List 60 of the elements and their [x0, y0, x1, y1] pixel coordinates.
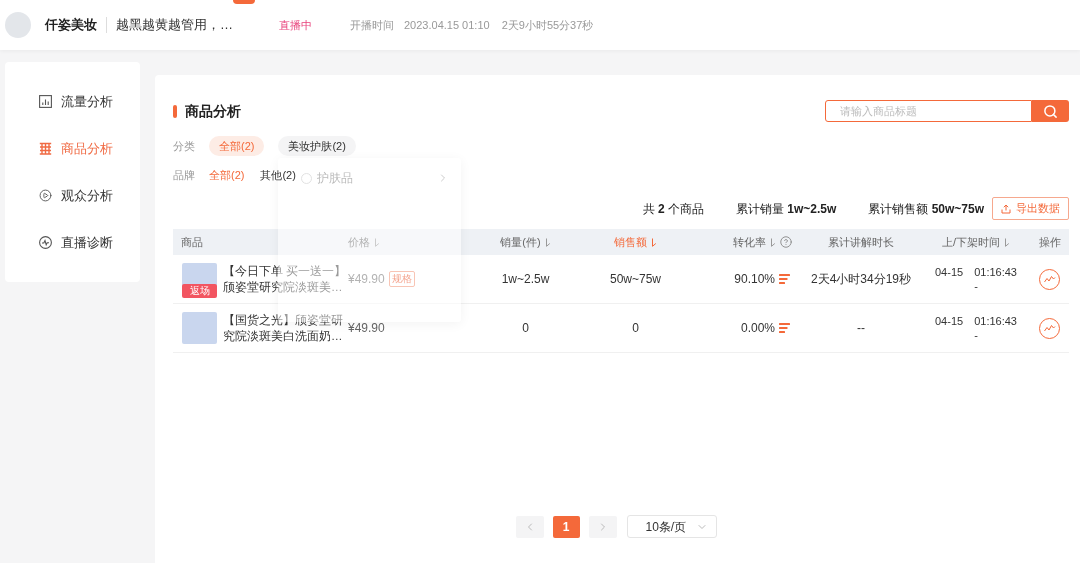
delisting-time: -: [974, 328, 979, 342]
avatar-placeholder: [5, 12, 31, 38]
title-accent-bar: [173, 104, 177, 118]
filter-option[interactable]: 全部(2): [209, 165, 245, 185]
column-header[interactable]: 上/下架时间: [941, 233, 1001, 251]
column-header[interactable]: 转化率: [733, 233, 766, 251]
sales-amount: 0: [632, 320, 639, 337]
sales-volume: 0: [522, 320, 529, 337]
start-time: 2023.04.15 01:10: [404, 17, 490, 33]
price-text: ¥49.90: [348, 320, 385, 337]
explain-duration: --: [857, 320, 865, 337]
export-button[interactable]: 导出数据: [992, 197, 1069, 220]
conversion-rate: 0.00%: [740, 320, 775, 337]
section-title: 商品分析: [185, 101, 241, 121]
sidebar-item[interactable]: 观众分析: [5, 172, 140, 219]
column-header: 商品: [181, 234, 203, 250]
sidebar-item[interactable]: 直播诊断: [5, 219, 140, 266]
product-image-placeholder: [182, 312, 217, 344]
search-button[interactable]: [1032, 100, 1069, 122]
filter-chip[interactable]: 美妆护肤(2): [278, 136, 356, 156]
trend-chart-icon[interactable]: [1039, 317, 1060, 339]
column-header: 累计讲解时长: [828, 234, 894, 250]
delisting-time: -: [974, 279, 979, 293]
help-icon[interactable]: [780, 236, 792, 248]
listing-date: 04-15: [935, 314, 964, 328]
summary-stat: 累计销售额 50w~75w: [868, 200, 984, 218]
price-text: ¥49.90: [348, 271, 385, 288]
sales-amount: 50w~75w: [609, 271, 661, 288]
listing-date: 04-15: [935, 265, 964, 279]
column-header: 操作: [1038, 234, 1061, 250]
funnel-bars-icon[interactable]: [779, 323, 790, 333]
summary-stat: 共 2 个商品: [642, 200, 704, 218]
elapsed-time: 2天9小时55分37秒: [501, 17, 594, 33]
upload-icon: [1001, 203, 1011, 214]
sidebar-item[interactable]: 商品分析: [5, 125, 140, 172]
indicator-bar: [233, 0, 255, 4]
sales-volume: 1w~2.5w: [501, 271, 550, 288]
replay-badge: 返场: [182, 284, 217, 298]
start-time-label: 开播时间: [350, 17, 394, 33]
listing-time: 01:16:43: [974, 265, 1017, 279]
search-field[interactable]: 请输入商品标题: [825, 100, 1032, 122]
live-status: 直播中: [279, 17, 312, 33]
filter-label: 品牌: [173, 167, 196, 183]
trend-chart-icon[interactable]: [1039, 268, 1060, 290]
product-title[interactable]: 【今日下单 买一送一】颀姿堂研究院淡斑美…: [223, 263, 348, 295]
filter-label: 分类: [173, 138, 196, 154]
conversion-rate: 90.10%: [734, 271, 775, 288]
page-button[interactable]: 1: [552, 515, 580, 538]
search-icon: [1043, 103, 1058, 119]
filter-option[interactable]: 其他(2): [260, 165, 296, 185]
page-size-select[interactable]: 10条/页: [626, 515, 717, 538]
store-name: 仟姿美妆: [45, 16, 97, 35]
funnel-bars-icon[interactable]: [779, 274, 790, 284]
product-title[interactable]: 【国货之光】颀姿堂研究院淡斑美白洗面奶…: [223, 312, 348, 344]
explain-duration: 2天4小时34分19秒: [810, 271, 911, 288]
sidebar-item[interactable]: 流量分析: [5, 78, 140, 125]
summary-stat: 累计销量 1w~2.5w: [735, 200, 837, 218]
live-title: 越黑越黄越管用，…: [116, 16, 233, 35]
listing-time: 01:16:43: [974, 314, 1017, 328]
column-header[interactable]: 销量(件): [500, 233, 541, 251]
